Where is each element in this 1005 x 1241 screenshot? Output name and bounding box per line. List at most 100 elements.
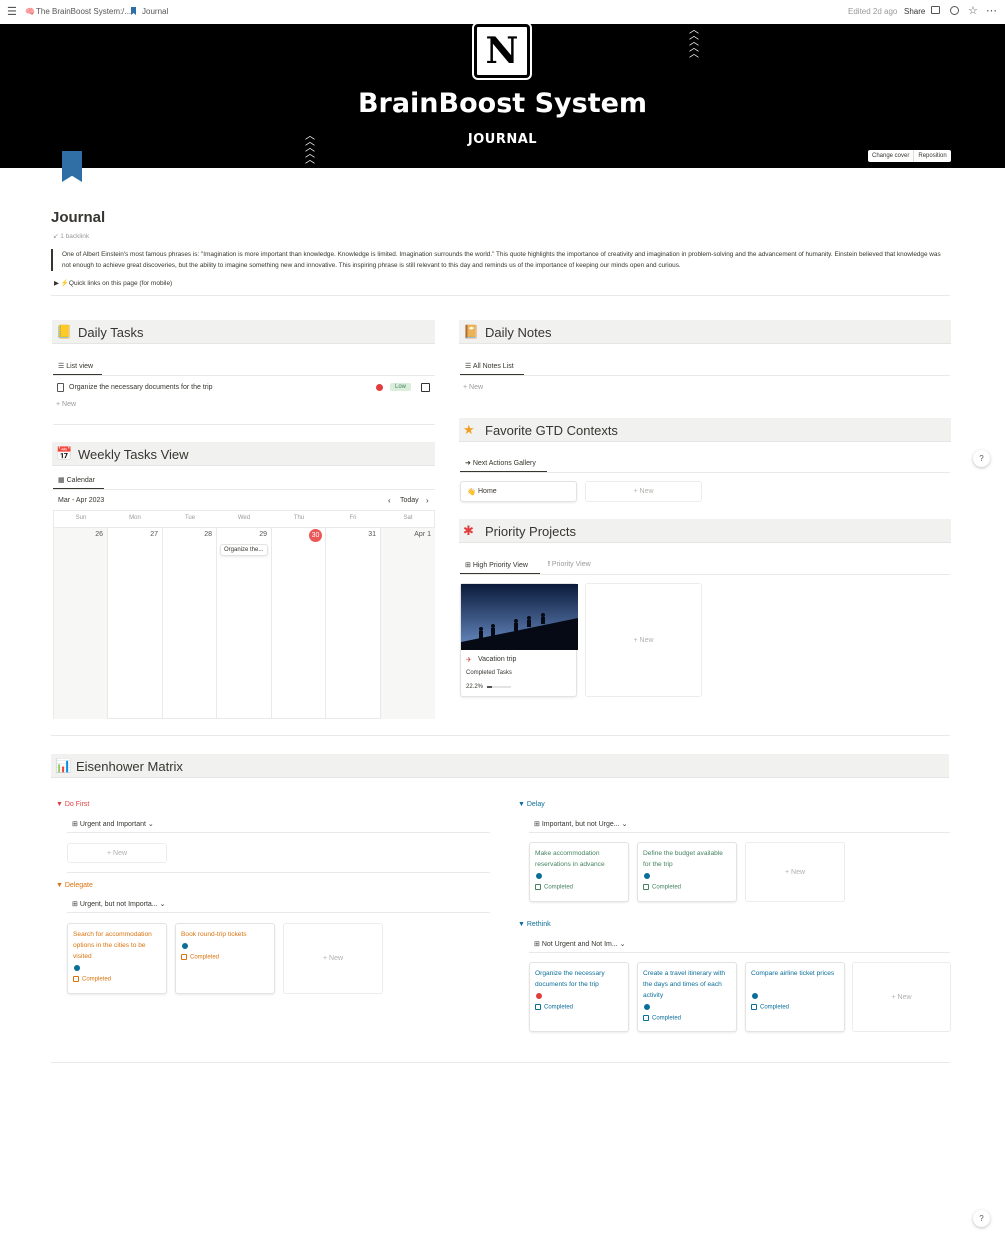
- view-important-not-urgent[interactable]: ⊞ Important, but not Urge... ⌄: [534, 820, 627, 828]
- delay-new-button[interactable]: + New: [745, 842, 845, 902]
- calendar-day-cell[interactable]: 26: [54, 527, 108, 719]
- calendar-day-cell[interactable]: 28: [163, 527, 217, 719]
- delegate-toggle[interactable]: ▼ Delegate: [56, 882, 93, 889]
- comments-icon[interactable]: [931, 6, 940, 14]
- today-button[interactable]: Today: [400, 497, 419, 504]
- view-not-urgent-not-important[interactable]: ⊞ Not Urgent and Not Im... ⌄: [534, 940, 626, 948]
- delegate-new-label: New: [329, 955, 344, 962]
- clock-icon[interactable]: [950, 6, 959, 15]
- quick-links-label: ⚡Quick links on this page (for mobile): [60, 280, 173, 287]
- cover-image: N ︿ ︿ ︿ ︿ ︿ ︿ ︿ ︿ ︿ ︿ BrainBoost System JOURNAL …: [0, 24, 1005, 168]
- delay-card[interactable]: Make accommodation reservations in advan…: [529, 842, 629, 902]
- breadcrumb-current[interactable]: Journal: [142, 7, 168, 16]
- star-icon: ★: [463, 422, 475, 437]
- calendar-small-icon: ▦: [58, 477, 67, 484]
- priority-badge: Low: [390, 383, 412, 391]
- priority-projects-title[interactable]: Priority Projects: [485, 524, 576, 539]
- help-button[interactable]: ?: [973, 1210, 990, 1227]
- rethink-new-button[interactable]: + New: [852, 962, 951, 1032]
- page-bookmark-icon[interactable]: [62, 151, 82, 182]
- divider: [51, 295, 950, 296]
- next-week-button[interactable]: ›: [426, 496, 429, 505]
- delegate-card[interactable]: Search for accommodation options in the …: [67, 923, 167, 994]
- do-first-new-label: New: [113, 849, 128, 857]
- card-title: Organize the necessary documents for the…: [535, 970, 605, 988]
- view-important-not-urgent-label: Important, but not Urge...: [541, 821, 620, 828]
- gtd-title[interactable]: Favorite GTD Contexts: [485, 423, 618, 438]
- checkbox-icon: [535, 884, 541, 890]
- prev-week-button[interactable]: ‹: [388, 496, 391, 505]
- backlink[interactable]: ↙ 1 backlink: [53, 232, 89, 240]
- star-icon[interactable]: ☆: [968, 4, 978, 17]
- delegate-card[interactable]: Book round-trip tickets Completed: [175, 923, 275, 994]
- card-status: Completed: [643, 1015, 681, 1022]
- calendar-grid: Sun Mon Tue Wed Thu Fri Sat 26 27 28 29 …: [53, 510, 435, 719]
- status-dot: [74, 965, 80, 971]
- tab-all-notes[interactable]: ☰ All Notes List: [465, 362, 514, 370]
- calendar-event[interactable]: Organize the...: [220, 544, 268, 556]
- new-task-button[interactable]: + New: [56, 401, 76, 408]
- card-status-label: Completed: [544, 1004, 574, 1011]
- priority-dot: [376, 384, 383, 391]
- card-title: Make accommodation reservations in advan…: [535, 850, 605, 868]
- tab-high-priority[interactable]: ⊞ High Priority View: [465, 561, 528, 569]
- rethink-card[interactable]: Compare airline ticket prices Completed: [745, 962, 845, 1032]
- day-label: Sun: [75, 515, 87, 521]
- tab-list-view[interactable]: ☰ List view: [58, 362, 93, 370]
- checkbox-icon: [73, 976, 79, 982]
- tab-next-actions[interactable]: ➜ Next Actions Gallery: [465, 459, 536, 467]
- view-urgent-important-label: Urgent and Important: [79, 821, 146, 828]
- calendar-day-cell[interactable]: Apr 1: [381, 527, 435, 719]
- view-urgent-important[interactable]: ⊞ Urgent and Important ⌄: [72, 820, 154, 828]
- context-card-label: Home: [478, 488, 497, 495]
- day-label: Mon: [129, 515, 141, 521]
- calendar-day-cell[interactable]: 29 Organize the...: [217, 527, 272, 719]
- delay-card[interactable]: Define the budget available for the trip…: [637, 842, 737, 902]
- share-button[interactable]: Share: [904, 7, 925, 16]
- rethink-card[interactable]: Organize the necessary documents for the…: [529, 962, 629, 1032]
- menu-icon[interactable]: ☰: [7, 5, 17, 18]
- new-context-button[interactable]: + New: [585, 481, 702, 502]
- reposition-button[interactable]: Reposition: [914, 150, 950, 162]
- tab-calendar[interactable]: ▦ Calendar: [58, 476, 95, 484]
- do-first-toggle[interactable]: ▼ Do First: [56, 801, 89, 808]
- quick-links-toggle[interactable]: ▶ ⚡Quick links on this page (for mobile): [54, 279, 172, 287]
- gallery-icon: ⊞: [72, 901, 80, 908]
- context-card-home[interactable]: 👋 Home: [460, 481, 577, 502]
- progress-fill: [487, 686, 493, 688]
- chevron-down-icon: ⌄: [617, 941, 626, 948]
- rethink-card[interactable]: Create a travel itinerary with the days …: [637, 962, 737, 1032]
- date-number: 29: [259, 531, 267, 538]
- divider: [67, 872, 490, 873]
- project-card[interactable]: ✈ Vacation trip Completed Tasks 22.2%: [460, 583, 578, 697]
- more-icon[interactable]: ⋯: [986, 4, 997, 17]
- eisenhower-title[interactable]: Eisenhower Matrix: [76, 759, 183, 774]
- bookmark-icon: [131, 7, 136, 15]
- change-cover-button[interactable]: Change cover: [868, 150, 915, 162]
- new-note-button[interactable]: + New: [463, 384, 483, 391]
- delay-toggle[interactable]: ▼ Delay: [518, 801, 545, 808]
- weekly-tasks-title[interactable]: Weekly Tasks View: [78, 447, 189, 462]
- help-button[interactable]: ?: [973, 450, 990, 467]
- task-item[interactable]: Organize the necessary documents for the…: [69, 384, 213, 391]
- cover-title: BrainBoost System: [357, 88, 648, 119]
- rethink-toggle[interactable]: ▼ Rethink: [518, 921, 551, 928]
- tab-priority-view[interactable]: ! Priority View: [548, 561, 591, 568]
- calendar-day-cell[interactable]: 27: [108, 527, 163, 719]
- tab-priority-view-label: Priority View: [551, 561, 591, 568]
- calendar-day-cell-today[interactable]: 30: [272, 527, 326, 719]
- calendar-day-cell[interactable]: 31: [326, 527, 381, 719]
- project-cover-image: [461, 584, 578, 650]
- card-status: Completed: [73, 976, 111, 983]
- task-checkbox[interactable]: [421, 383, 430, 392]
- breadcrumb-parent[interactable]: The BrainBoost System: ...: [36, 7, 131, 16]
- daily-notes-title[interactable]: Daily Notes: [485, 325, 551, 340]
- do-first-new-button[interactable]: + New: [67, 843, 167, 863]
- view-urgent-not-important[interactable]: ⊞ Urgent, but not Importa... ⌄: [72, 900, 165, 908]
- delegate-new-button[interactable]: + New: [283, 923, 383, 994]
- daily-tasks-title[interactable]: Daily Tasks: [78, 325, 144, 340]
- tab-next-actions-label: Next Actions Gallery: [472, 460, 536, 467]
- card-status: Completed: [751, 1004, 789, 1011]
- new-project-button[interactable]: + New: [585, 583, 702, 697]
- delegate-label: Delegate: [64, 882, 93, 889]
